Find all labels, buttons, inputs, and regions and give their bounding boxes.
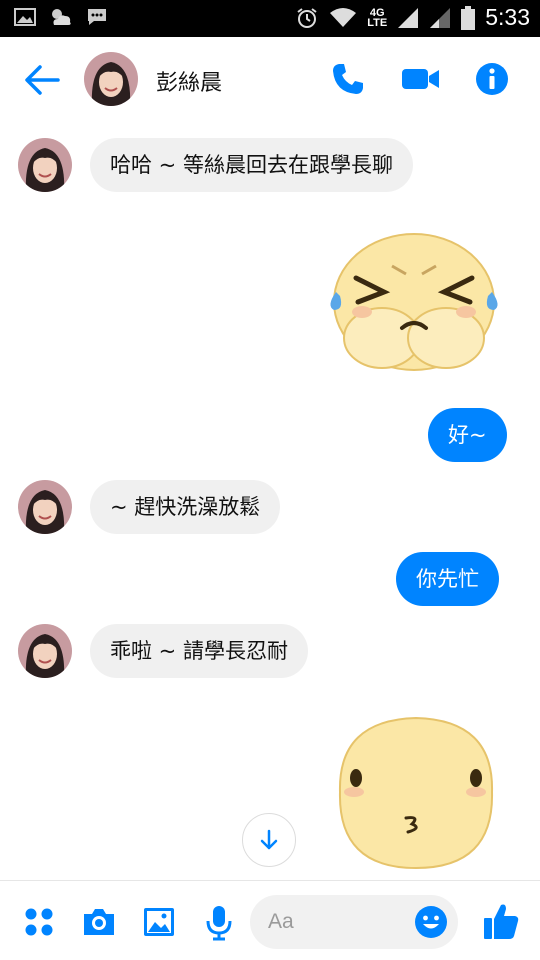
- message-composer: [0, 880, 540, 960]
- avatar-image: [18, 624, 72, 678]
- message-bubble-outgoing[interactable]: 好~: [428, 408, 507, 462]
- signal-2-icon: [430, 7, 451, 28]
- signal-icon: [398, 7, 419, 28]
- phone-icon[interactable]: [330, 61, 366, 97]
- avatar-image: [84, 52, 138, 106]
- network-sub-label: LTE: [367, 16, 388, 29]
- camera-icon[interactable]: [80, 903, 118, 941]
- contact-name[interactable]: 彭絲晨: [156, 65, 222, 97]
- thumbs-up-icon[interactable]: [482, 901, 520, 941]
- info-icon[interactable]: [474, 61, 510, 97]
- status-bar: 4G LTE 5:33: [0, 0, 540, 37]
- message-bubble-outgoing[interactable]: 你先忙: [396, 552, 499, 606]
- gallery-icon[interactable]: [140, 903, 178, 941]
- contact-avatar[interactable]: [84, 52, 138, 106]
- sender-avatar[interactable]: [18, 480, 72, 534]
- avatar-image: [18, 480, 72, 534]
- kissing-face-sticker[interactable]: [330, 712, 500, 872]
- wifi-icon: [330, 7, 357, 27]
- message-bubble-incoming[interactable]: 乖啦 ~ 請學長忍耐: [90, 624, 308, 678]
- microphone-icon[interactable]: [200, 903, 238, 941]
- weather-notification-icon: [52, 9, 71, 25]
- message-bubble-incoming[interactable]: 哈哈 ~ 等絲晨回去在跟學長聊: [90, 138, 413, 192]
- arrow-down-icon: [260, 829, 278, 850]
- message-input-container[interactable]: [250, 895, 458, 949]
- scroll-to-bottom-button[interactable]: [242, 813, 296, 867]
- clock: 5:33: [485, 4, 530, 30]
- gallery-notification-icon: [14, 8, 36, 26]
- more-options-icon[interactable]: [20, 903, 58, 941]
- back-arrow-icon[interactable]: [22, 60, 62, 100]
- conversation-header: 彭絲晨: [0, 37, 540, 121]
- network-label: 4G: [369, 6, 385, 19]
- network-type: 4G LTE: [367, 6, 388, 29]
- message-bubble-incoming[interactable]: ~ 趕快洗澡放鬆: [90, 480, 281, 534]
- video-camera-icon[interactable]: [400, 61, 442, 97]
- battery-icon: [461, 5, 476, 30]
- message-notification-icon: [88, 9, 106, 25]
- alarm-icon: [297, 7, 317, 28]
- sender-avatar[interactable]: [18, 138, 72, 192]
- crying-face-sticker[interactable]: [322, 226, 506, 372]
- emoji-icon[interactable]: [414, 905, 448, 939]
- sender-avatar[interactable]: [18, 624, 72, 678]
- message-input[interactable]: [266, 895, 406, 949]
- avatar-image: [18, 138, 72, 192]
